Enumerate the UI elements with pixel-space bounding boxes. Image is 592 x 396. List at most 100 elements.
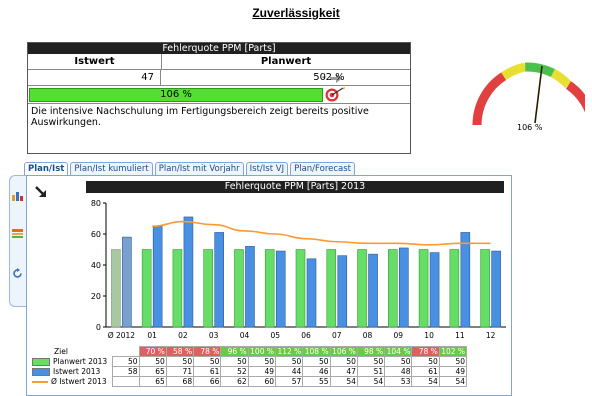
chart-area: 0 20 40 60 80 Ø 2012 01 02 03 04 05 06 07 08 09 10 11 12 <box>26 193 510 343</box>
gauge-green-zone <box>525 62 555 78</box>
table-cell: 50 <box>438 356 468 367</box>
table-cell: 47 <box>329 366 358 377</box>
table-cell: 71 <box>165 366 195 377</box>
istwert-header: Istwert <box>28 54 162 69</box>
bar-istwert <box>245 246 255 328</box>
x-tick-label: 09 <box>394 331 404 340</box>
page-title: Zuverlässigkeit <box>252 6 340 20</box>
ziel-cell: 78 % <box>411 346 440 357</box>
bar-planwert <box>295 249 306 328</box>
gauge-red-zone-right <box>565 81 592 126</box>
legend-swatch <box>32 381 48 383</box>
table-cell: 50 <box>411 356 440 367</box>
table-cell: 58 <box>111 366 140 377</box>
table-row: Istwert 2013 58 65 71 61 52 49 44 46 47 51 48 61 49 <box>30 366 468 377</box>
y-tick-label: 60 <box>91 230 101 239</box>
bar-planwert <box>449 249 460 328</box>
ziel-cell <box>112 347 139 357</box>
legend-swatch <box>32 358 50 366</box>
bar-planwert <box>111 249 121 328</box>
table-cell: 54 <box>356 376 386 387</box>
table-cell <box>111 376 140 387</box>
row-label: Istwert 2013 <box>30 367 112 377</box>
x-tick-label: 01 <box>147 331 157 340</box>
table-cell: 50 <box>193 356 222 367</box>
delta-value: -2 % <box>322 72 345 83</box>
ziel-cell: 112 % <box>274 346 304 357</box>
table-cell: 46 <box>302 366 331 377</box>
bar-chart-icon[interactable] <box>12 186 23 205</box>
bar-istwert <box>275 250 286 328</box>
row-label: Ziel <box>54 347 68 356</box>
table-cell: 60 <box>247 376 276 387</box>
ziel-cell: 96 % <box>220 346 249 357</box>
table-icon[interactable] <box>12 224 23 243</box>
ziel-cell: 106 % <box>329 346 358 357</box>
ziel-cell: 98 % <box>356 346 386 357</box>
tab-plan-ist[interactable]: Plan/Ist <box>24 162 69 176</box>
bar-istwert <box>152 225 163 328</box>
table-cell: 52 <box>220 366 249 377</box>
kpi-comment: Die intensive Nachschulung im Fertigungs… <box>31 106 369 128</box>
table-row: Ø Istwert 2013 65 68 66 62 60 57 55 54 54 53 54 54 <box>30 376 468 387</box>
table-cell: 61 <box>193 366 222 377</box>
table-cell: 65 <box>138 366 167 377</box>
row-label: Planwert 2013 <box>30 357 112 367</box>
ziel-cell: 70 % <box>138 346 167 357</box>
ziel-cell: 104 % <box>384 346 413 357</box>
gauge-yellow-zone-left <box>501 62 527 81</box>
ziel-cell: 102 % <box>438 346 468 357</box>
table-cell: 50 <box>220 356 249 367</box>
table-row-ziel: Ziel 70 % 58 % 78 % 96 % 100 % 112 % 108 % 106 %… <box>30 346 468 357</box>
ziel-cell: 78 % <box>193 346 222 357</box>
target-icon <box>324 87 346 105</box>
istwert-value: 47 <box>28 70 161 85</box>
gauge-label: 106 % <box>517 123 543 132</box>
bar-istwert <box>337 255 348 328</box>
table-cell: 49 <box>247 366 276 377</box>
bar-istwert <box>491 250 501 328</box>
table-cell: 50 <box>356 356 386 367</box>
tab-plan-ist-kumuliert[interactable]: Plan/Ist kumuliert <box>70 162 153 176</box>
table-cell: 50 <box>165 356 195 367</box>
bar-planwert <box>326 249 337 328</box>
y-tick-label: 20 <box>91 292 101 301</box>
ziel-cell: 100 % <box>247 346 276 357</box>
chart-title: Fehlerquote PPM [Parts] 2013 <box>86 181 504 193</box>
refresh-icon[interactable] <box>12 264 23 283</box>
y-tick-label: 40 <box>91 261 101 270</box>
bar-istwert <box>368 253 378 328</box>
table-cell: 44 <box>274 366 304 377</box>
x-tick-label: 06 <box>301 331 311 340</box>
tab-plan-forecast[interactable]: Plan/Forecast <box>290 162 356 176</box>
table-cell: 49 <box>438 366 468 377</box>
table-cell: 54 <box>411 376 440 387</box>
table-cell: 54 <box>329 376 358 387</box>
table-cell: 50 <box>329 356 358 367</box>
bar-istwert <box>183 216 194 328</box>
tab-ist-ist-vj[interactable]: Ist/Ist VJ <box>245 162 289 176</box>
planwert-header: Planwert <box>260 56 312 67</box>
bar-istwert <box>429 252 440 328</box>
tab-bar: Plan/Ist Plan/Ist kumuliert Plan/Ist mit… <box>24 162 356 176</box>
kpi-box: Fehlerquote PPM [Parts] Istwert Planwert… <box>27 42 411 154</box>
kpi-values: 47 50 -2 % <box>28 70 410 86</box>
kpi-column-headers: Istwert Planwert <box>28 54 410 70</box>
x-tick-label: 05 <box>270 331 280 340</box>
progress-row: 106 % <box>28 86 410 104</box>
table-cell: 65 <box>138 376 167 387</box>
chart-svg: 0 20 40 60 80 Ø 2012 01 02 03 04 05 06 07 08 09 10 11 12 <box>91 199 506 340</box>
bar-planwert <box>357 249 367 328</box>
x-tick-label: 10 <box>424 331 434 340</box>
table-cell: 51 <box>356 366 386 377</box>
bar-istwert <box>214 232 224 328</box>
table-cell: 50 <box>302 356 331 367</box>
table-cell: 53 <box>384 376 413 387</box>
tab-plan-ist-vorjahr[interactable]: Plan/Ist mit Vorjahr <box>154 162 244 176</box>
gauge: 106 % <box>465 55 592 135</box>
table-cell: 62 <box>220 376 249 387</box>
bar-planwert <box>234 249 244 328</box>
x-tick-label: 11 <box>455 331 465 340</box>
table-cell: 55 <box>302 376 331 387</box>
bar-planwert <box>418 249 429 328</box>
